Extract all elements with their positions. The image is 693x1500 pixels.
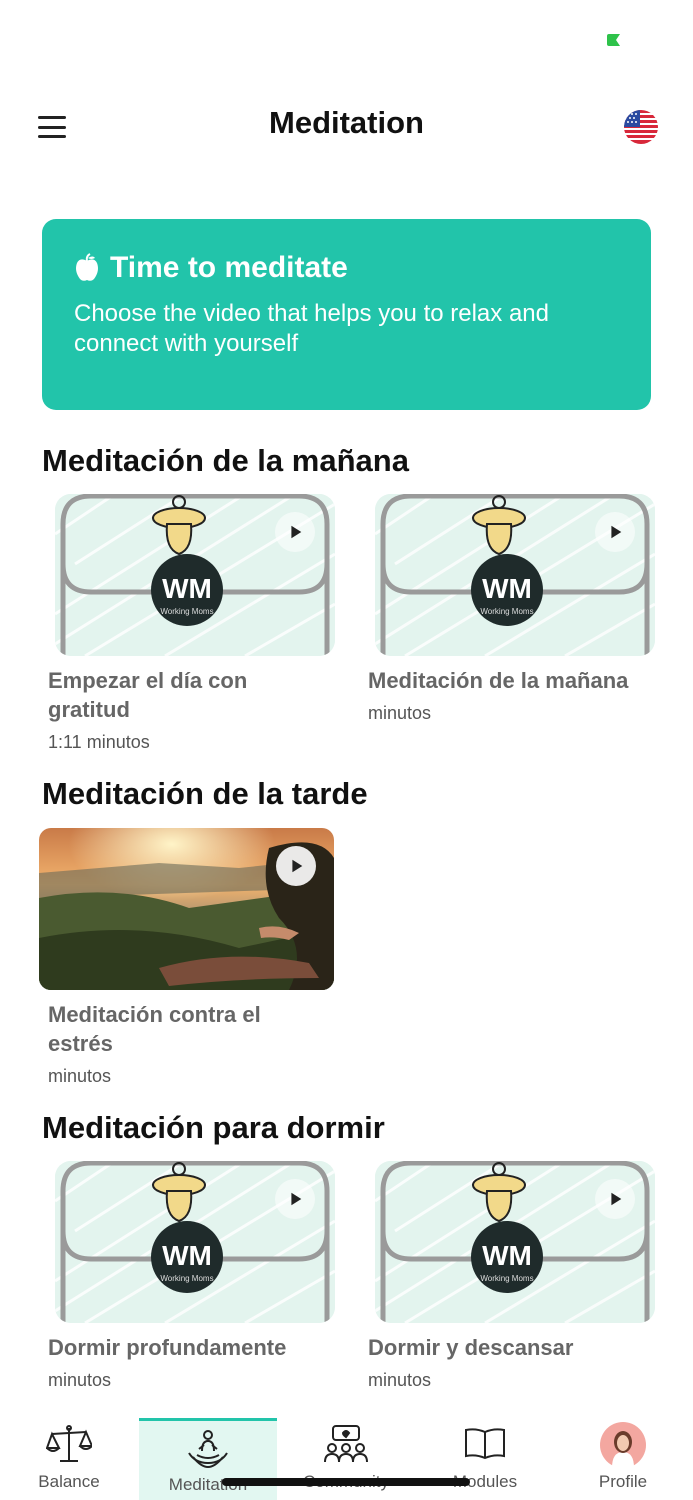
video-duration: minutos bbox=[368, 703, 432, 723]
video-card-morning[interactable]: Meditación de la mañana minutos bbox=[359, 494, 655, 724]
working-moms-logo bbox=[55, 1161, 335, 1323]
section-title-afternoon: Meditación de la tarde bbox=[42, 776, 368, 811]
video-title: Dormir y descansar bbox=[368, 1335, 574, 1360]
section-title-morning: Meditación de la mañana bbox=[42, 443, 409, 478]
lotus-meditation-icon bbox=[184, 1425, 232, 1471]
working-moms-logo bbox=[55, 494, 335, 656]
tab-label: Profile bbox=[598, 1472, 648, 1491]
status-bar bbox=[0, 0, 693, 70]
bottom-tab-bar: Balance Meditation Com bbox=[0, 1410, 693, 1500]
video-title: Dormir profundamente bbox=[48, 1335, 287, 1360]
home-indicator bbox=[222, 1478, 470, 1486]
video-title: Meditación contra el estrés bbox=[48, 1002, 261, 1056]
section-title-sleep: Meditación para dormir bbox=[42, 1110, 385, 1145]
header: Meditation bbox=[0, 95, 693, 159]
community-chat-icon bbox=[322, 1422, 370, 1468]
play-icon[interactable] bbox=[595, 512, 635, 552]
video-duration: 1:11 minutos bbox=[48, 732, 150, 752]
tab-modules[interactable]: Modules bbox=[416, 1418, 554, 1500]
play-icon[interactable] bbox=[275, 512, 315, 552]
sunset-meditation-photo bbox=[39, 828, 334, 990]
video-card-deep-sleep[interactable]: Dormir profundamente minutos bbox=[39, 1161, 335, 1391]
video-duration: minutos bbox=[48, 1370, 112, 1390]
tab-community[interactable]: Community bbox=[277, 1418, 415, 1500]
video-duration: minutos bbox=[368, 1370, 432, 1390]
tab-profile[interactable]: Profile bbox=[554, 1418, 692, 1500]
profile-avatar-icon bbox=[599, 1422, 647, 1468]
page-title: Meditation bbox=[269, 105, 424, 140]
banner-subtitle: Choose the video that helps you to relax… bbox=[74, 300, 549, 357]
video-card-gratitude[interactable]: Empezar el día con gratitud 1:11 minutos bbox=[39, 494, 335, 753]
video-duration: minutos bbox=[48, 1066, 112, 1086]
working-moms-logo bbox=[375, 494, 655, 656]
us-flag-icon[interactable] bbox=[624, 110, 658, 144]
meditate-banner: Time to meditate Choose the video that h… bbox=[42, 219, 651, 410]
banner-title: Time to meditate bbox=[110, 251, 348, 284]
play-icon[interactable] bbox=[595, 1179, 635, 1219]
video-title: Meditación de la mañana bbox=[368, 668, 629, 693]
open-book-icon bbox=[461, 1422, 509, 1468]
tab-meditation[interactable]: Meditation bbox=[139, 1418, 277, 1500]
tab-balance[interactable]: Balance bbox=[0, 1418, 138, 1500]
play-icon[interactable] bbox=[276, 846, 316, 886]
apple-icon bbox=[76, 253, 98, 281]
video-card-stress[interactable]: Meditación contra el estrés minutos bbox=[39, 828, 335, 1087]
battery-icon bbox=[607, 34, 620, 46]
play-icon[interactable] bbox=[275, 1179, 315, 1219]
tab-label: Balance bbox=[38, 1472, 100, 1491]
working-moms-logo bbox=[375, 1161, 655, 1323]
video-card-sleep-rest[interactable]: Dormir y descansar minutos bbox=[359, 1161, 655, 1391]
video-title: Empezar el día con gratitud bbox=[48, 668, 248, 722]
scale-icon bbox=[45, 1422, 93, 1468]
